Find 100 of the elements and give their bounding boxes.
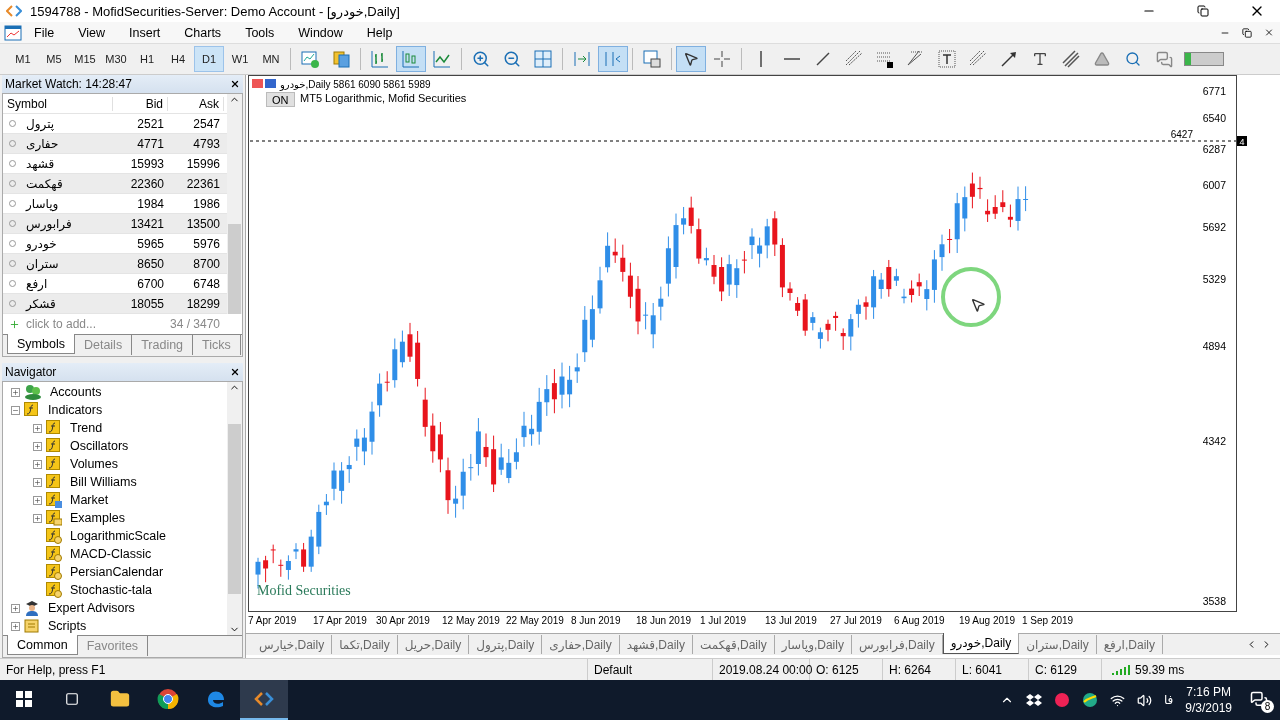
navigator-item[interactable]: Scripts bbox=[48, 619, 87, 633]
clock-time[interactable]: 7:16 PM bbox=[1186, 685, 1231, 699]
menu-item[interactable]: Help bbox=[354, 25, 405, 40]
symbol-cell[interactable]: قشکر bbox=[22, 296, 60, 311]
bid-cell-text: 1984 bbox=[136, 196, 165, 211]
navigator-item[interactable]: Examples bbox=[70, 511, 125, 525]
window-title: 1594788 - MofidSecurities-Server: Demo Account - [خودرو,Daily] bbox=[30, 3, 401, 19]
symbol-cell[interactable]: ستران bbox=[22, 256, 63, 271]
timeframe-button[interactable]: D1 bbox=[194, 46, 224, 72]
chart-tab[interactable]: خیارس,Daily bbox=[252, 635, 333, 654]
navigator-item[interactable]: MACD-Classic bbox=[70, 547, 152, 561]
navigator-item[interactable]: PersianCalendar bbox=[70, 565, 164, 579]
symbol-cell[interactable]: قشهد bbox=[22, 156, 59, 171]
ask-cell-text: 8700 bbox=[192, 256, 221, 271]
ask-cell-text: 15996 bbox=[185, 156, 221, 171]
timeframe-button[interactable]: M5 bbox=[39, 46, 69, 72]
navigator-item[interactable]: Stochastic-tala bbox=[70, 583, 152, 597]
bid-cell-text: 18055 bbox=[129, 296, 165, 311]
symbol-cell[interactable]: پترول bbox=[22, 116, 59, 131]
symbol-cell[interactable]: قهکمت bbox=[22, 176, 67, 191]
date-axis-label: 22 May 2019 bbox=[506, 615, 564, 626]
timeframe-button[interactable]: H1 bbox=[132, 46, 162, 72]
symbol-cell[interactable]: حفاری bbox=[22, 136, 63, 151]
price-line-label: 6427 bbox=[1170, 129, 1193, 140]
timeframe-button[interactable]: M1 bbox=[8, 46, 38, 72]
clock-date[interactable]: 9/3/2019 bbox=[1185, 701, 1232, 715]
indicator-toggle[interactable]: ON bbox=[266, 92, 295, 107]
bid-cell-text: 4771 bbox=[136, 136, 165, 151]
price-axis-label: 5329 bbox=[1202, 273, 1226, 285]
price-axis-label: 4894 bbox=[1202, 340, 1226, 352]
panel-tab[interactable]: Symbols bbox=[7, 334, 75, 354]
chart-tab[interactable]: فرابورس,Daily bbox=[851, 635, 943, 654]
navigator-item[interactable]: Accounts bbox=[50, 385, 102, 399]
price-axis-label: 5692 bbox=[1202, 221, 1226, 233]
price-axis-label: 6007 bbox=[1202, 179, 1226, 191]
language-indicator[interactable]: فا bbox=[1163, 693, 1174, 707]
chart-tab[interactable]: حریل,Daily bbox=[397, 635, 470, 654]
bid-cell-text: 2521 bbox=[136, 116, 165, 131]
menu-item[interactable]: View bbox=[66, 25, 118, 40]
timeframe-button[interactable]: M30 bbox=[101, 46, 131, 72]
column-header[interactable]: Symbol bbox=[3, 96, 113, 111]
price-tag: 4 bbox=[1237, 136, 1247, 147]
ask-cell-text: 6748 bbox=[192, 276, 221, 291]
navigator-item[interactable]: Expert Advisors bbox=[48, 601, 135, 615]
ask-cell-text: 13500 bbox=[185, 216, 221, 231]
ask-cell-text: 5976 bbox=[192, 236, 221, 251]
notification-count: 8 bbox=[1261, 700, 1274, 713]
price-axis-label: 6771 bbox=[1202, 85, 1226, 97]
chart-tab[interactable]: تکما,Daily bbox=[332, 635, 398, 654]
timeframe-button[interactable]: W1 bbox=[225, 46, 255, 72]
ping-text: 59.39 ms bbox=[1135, 662, 1185, 677]
symbol-count: 34 / 3470 bbox=[169, 317, 220, 331]
menu-item[interactable]: Insert bbox=[117, 25, 173, 40]
date-axis-label: 30 Apr 2019 bbox=[376, 615, 430, 626]
menu-item[interactable]: File bbox=[22, 25, 67, 40]
column-header[interactable]: Ask bbox=[168, 96, 224, 111]
column-header[interactable]: Bid bbox=[113, 96, 168, 111]
chart-tab[interactable]: پترول,Daily bbox=[469, 635, 543, 654]
chart-tab[interactable]: ستران,Daily bbox=[1019, 635, 1097, 654]
menu-item[interactable]: Window bbox=[286, 25, 355, 40]
symbol-cell[interactable]: ارفع bbox=[22, 276, 52, 291]
symbol-cell[interactable]: خودرو bbox=[22, 236, 61, 251]
ask-cell-text: 18299 bbox=[185, 296, 221, 311]
ask-cell-text: 22361 bbox=[185, 176, 221, 191]
navigator-item[interactable]: Bill Williams bbox=[70, 475, 137, 489]
navigator-item[interactable]: LogarithmicScale bbox=[70, 529, 166, 543]
navigator-item[interactable]: Indicators bbox=[48, 403, 103, 417]
date-axis-label: 7 Apr 2019 bbox=[248, 615, 297, 626]
chart-tab[interactable]: حفاری,Daily bbox=[542, 635, 620, 654]
navigator-item[interactable]: Market bbox=[70, 493, 109, 507]
chart-tab[interactable]: قهکمت,Daily bbox=[693, 635, 775, 654]
bid-cell-text: 5965 bbox=[136, 236, 165, 251]
menu-item[interactable]: Tools bbox=[233, 25, 287, 40]
chart-tab[interactable]: ارفع,Daily bbox=[1096, 635, 1163, 654]
ask-cell-text: 4793 bbox=[192, 136, 221, 151]
timeframe-button[interactable]: M15 bbox=[70, 46, 100, 72]
chart-tab[interactable]: وپاسار,Daily bbox=[774, 635, 852, 654]
menu-item[interactable]: Charts bbox=[172, 25, 234, 40]
symbol-cell[interactable]: فرابورس bbox=[22, 216, 76, 231]
bid-cell-text: 22360 bbox=[129, 176, 165, 191]
timeframe-button[interactable]: MN bbox=[256, 46, 286, 72]
navigator-item[interactable]: Trend bbox=[70, 421, 103, 435]
date-axis-label: 1 Jul 2019 bbox=[700, 615, 747, 626]
price-axis-label: 6287 bbox=[1202, 143, 1226, 155]
bid-cell-text: 8650 bbox=[136, 256, 165, 271]
add-symbol-placeholder[interactable]: click to add... bbox=[26, 317, 170, 331]
ask-cell-text: 2547 bbox=[192, 116, 221, 131]
navigator-item[interactable]: Oscillators bbox=[70, 439, 129, 453]
chart-tab[interactable]: قشهد,Daily bbox=[619, 635, 693, 654]
symbol-cell[interactable]: وپاسار bbox=[22, 196, 63, 211]
panel-title: Navigator bbox=[5, 365, 57, 379]
price-axis-label: 6540 bbox=[1202, 112, 1226, 124]
chart-tab[interactable]: خودرو,Daily bbox=[942, 633, 1020, 654]
notification-button[interactable]: 8 bbox=[1244, 685, 1274, 715]
panel-tab[interactable]: Common bbox=[7, 635, 78, 655]
timeframe-button[interactable]: H4 bbox=[163, 46, 193, 72]
bid-cell-text: 6700 bbox=[136, 276, 165, 291]
navigator-item[interactable]: Volumes bbox=[70, 457, 118, 471]
price-axis-label: 3538 bbox=[1202, 595, 1226, 607]
date-axis-label: 6 Aug 2019 bbox=[894, 615, 945, 626]
